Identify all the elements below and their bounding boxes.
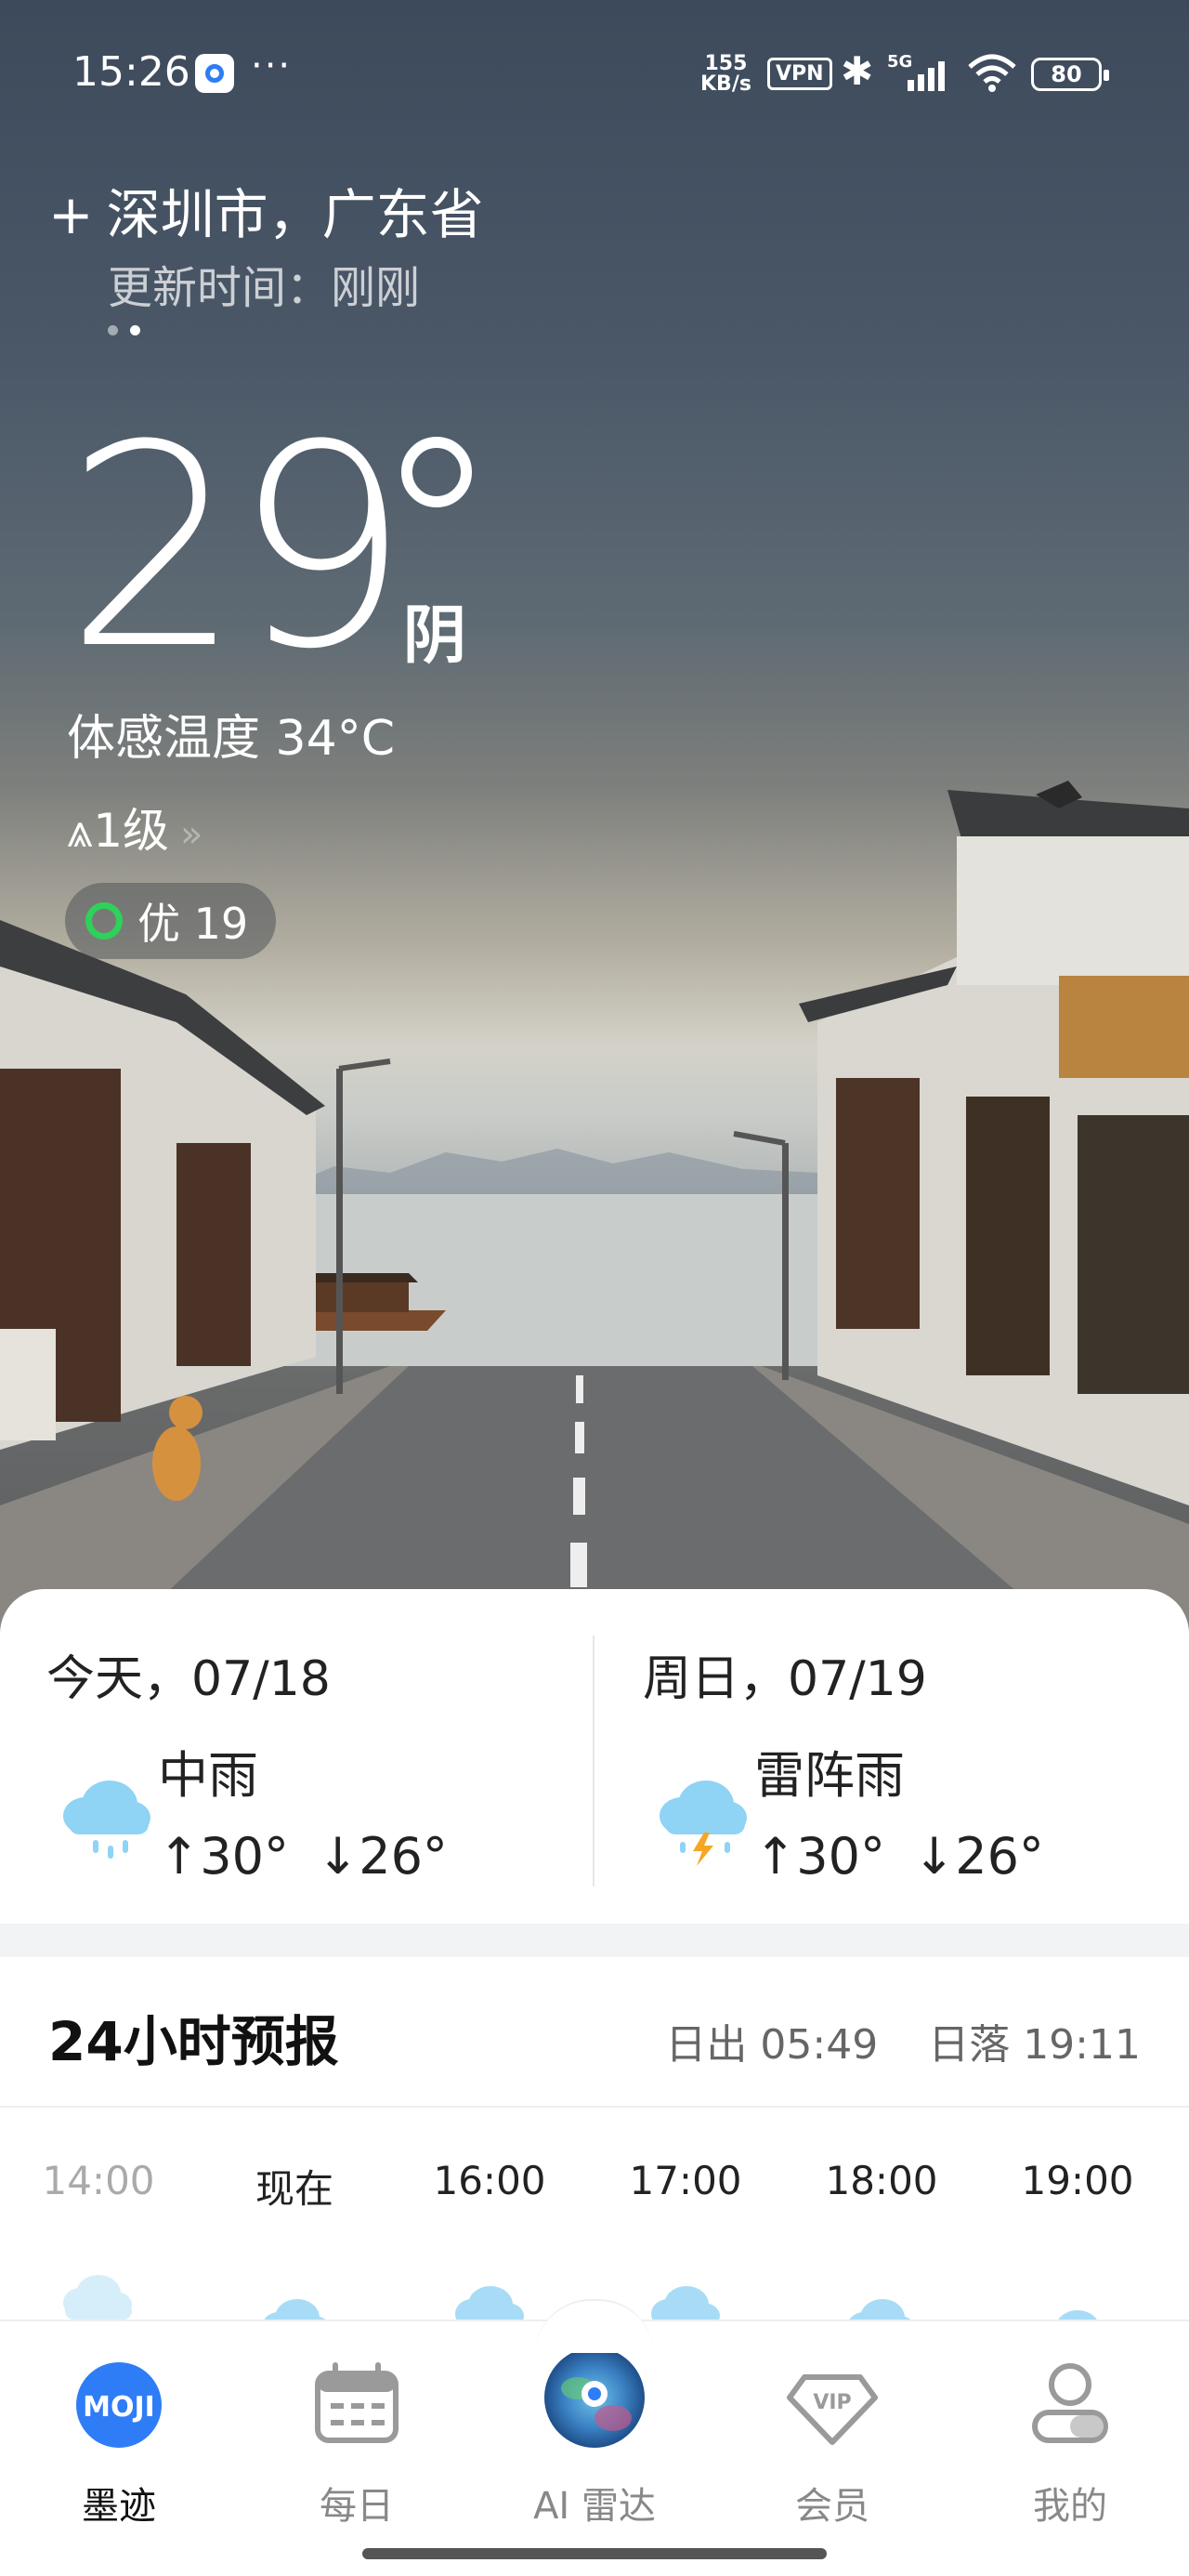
aqi-badge[interactable]: 优 19	[65, 883, 277, 959]
hour-label: 18:00	[825, 2158, 938, 2203]
vpn-badge: VPN	[767, 58, 832, 90]
sunrise-time: 日出 05:49	[665, 2021, 879, 2069]
update-time: 更新时间：刚刚	[108, 262, 421, 314]
profile-icon	[1032, 2363, 1108, 2443]
thunder-rain-cloud-icon	[660, 1781, 747, 1866]
nav-label: 我的	[1033, 2485, 1107, 2528]
page-dot-active	[130, 325, 140, 335]
radar-globe-icon	[537, 2340, 652, 2455]
network-speed-value: 155	[704, 52, 748, 75]
vip-diamond-icon: VIP	[787, 2374, 878, 2445]
home-indicator[interactable]	[362, 2548, 827, 2559]
hour-label: 现在	[255, 2166, 333, 2212]
day-condition: 中雨	[158, 1746, 258, 1805]
day-temp-range: ↑30° ↓26°	[754, 1827, 1072, 1886]
more-notifications-icon: ···	[251, 45, 293, 87]
sun-times: 日出 05:49 日落 19:11	[615, 2011, 1141, 2070]
day-low: ↓26°	[912, 1827, 1044, 1886]
nav-label: 每日	[320, 2485, 394, 2528]
nav-item-ai-radar[interactable]: AI 雷达	[511, 2340, 678, 2528]
feels-like: 体感温度 34°C	[67, 711, 396, 767]
network-type-label: 5G	[887, 52, 912, 72]
wind-direction-icon: ⩓	[67, 804, 94, 858]
page-dot	[108, 325, 118, 335]
current-condition: 阴	[403, 599, 467, 673]
daily-forecast-card: 今天，07/18 中雨 ↑30° ↓26° 周日，07/19 雷阵雨 ↑30° …	[0, 1589, 1189, 1924]
add-city-icon[interactable]: +	[48, 183, 94, 246]
status-bar: 15:26 ··· 155 KB/s VPN ✱ 5G 80	[0, 0, 1189, 149]
day-condition: 雷阵雨	[754, 1746, 905, 1805]
wind-level[interactable]: ⩓1级»	[67, 794, 203, 861]
day-date: 今天，07/18	[46, 1651, 331, 1707]
page-indicator	[108, 322, 152, 339]
hour-label: 19:00	[1021, 2158, 1134, 2203]
weather-screen: 15:26 ··· 155 KB/s VPN ✱ 5G 80 + 深圳市，广东省 …	[0, 0, 1189, 2576]
current-temperature: 29	[65, 386, 411, 710]
cellular-signal-icon: 5G	[887, 52, 945, 91]
moji-logo-icon: MOJI	[76, 2362, 162, 2448]
nav-item-vip[interactable]: VIP 会员	[749, 2353, 916, 2528]
network-speed-unit: KB/s	[700, 72, 751, 96]
battery-indicator: 80	[1031, 58, 1109, 91]
section-divider	[0, 2106, 1189, 2108]
rain-cloud-icon	[63, 1781, 150, 1859]
nav-label: 会员	[795, 2485, 869, 2528]
hour-label: 17:00	[629, 2158, 742, 2203]
status-time: 15:26	[72, 48, 190, 96]
nav-item-me[interactable]: 我的	[986, 2353, 1154, 2528]
day-low: ↓26°	[316, 1827, 448, 1886]
bottom-navigation: MOJI 墨迹 每日 AI 雷达 VIP 会员 我的	[0, 2299, 1189, 2576]
svg-text:VIP: VIP	[813, 2391, 851, 2414]
wifi-icon	[968, 54, 1016, 92]
nav-label: 墨迹	[82, 2485, 156, 2528]
nav-item-daily[interactable]: 每日	[273, 2353, 440, 2528]
day-high: ↑30°	[754, 1827, 885, 1886]
day-high: ↑30°	[158, 1827, 289, 1886]
day-date: 周日，07/19	[643, 1651, 927, 1707]
nav-label: AI 雷达	[533, 2485, 656, 2528]
location-header[interactable]: + 深圳市，广东省	[48, 171, 484, 249]
chevron-right-icon: »	[180, 813, 203, 856]
section-gap	[0, 1924, 1189, 1957]
hour-label: 14:00	[42, 2158, 155, 2203]
network-speed: 155 KB/s	[700, 54, 751, 95]
calendar-icon	[315, 2362, 399, 2443]
svg-text:MOJI: MOJI	[83, 2391, 155, 2424]
degree-symbol	[401, 437, 472, 507]
app-notification-icon	[195, 54, 234, 93]
day-forecast-today[interactable]: 今天，07/18 中雨 ↑30° ↓26°	[0, 1589, 594, 1924]
city-name: 深圳市，广东省	[106, 183, 484, 246]
bluetooth-icon: ✱	[841, 48, 874, 94]
aqi-value: 优 19	[137, 899, 249, 949]
hourly-title: 24小时预报	[48, 2010, 339, 2073]
aqi-ring-icon	[85, 902, 123, 940]
sunset-time: 日落 19:11	[928, 2021, 1141, 2069]
hour-label: 16:00	[433, 2158, 546, 2203]
day-forecast-tomorrow[interactable]: 周日，07/19 雷阵雨 ↑30° ↓26°	[596, 1589, 1189, 1924]
day-temp-range: ↑30° ↓26°	[158, 1827, 476, 1886]
cloud-icon	[63, 2275, 132, 2320]
nav-item-moji[interactable]: MOJI 墨迹	[35, 2353, 203, 2528]
card-divider	[593, 1636, 594, 1886]
wind-level-text: 1级	[93, 804, 170, 858]
